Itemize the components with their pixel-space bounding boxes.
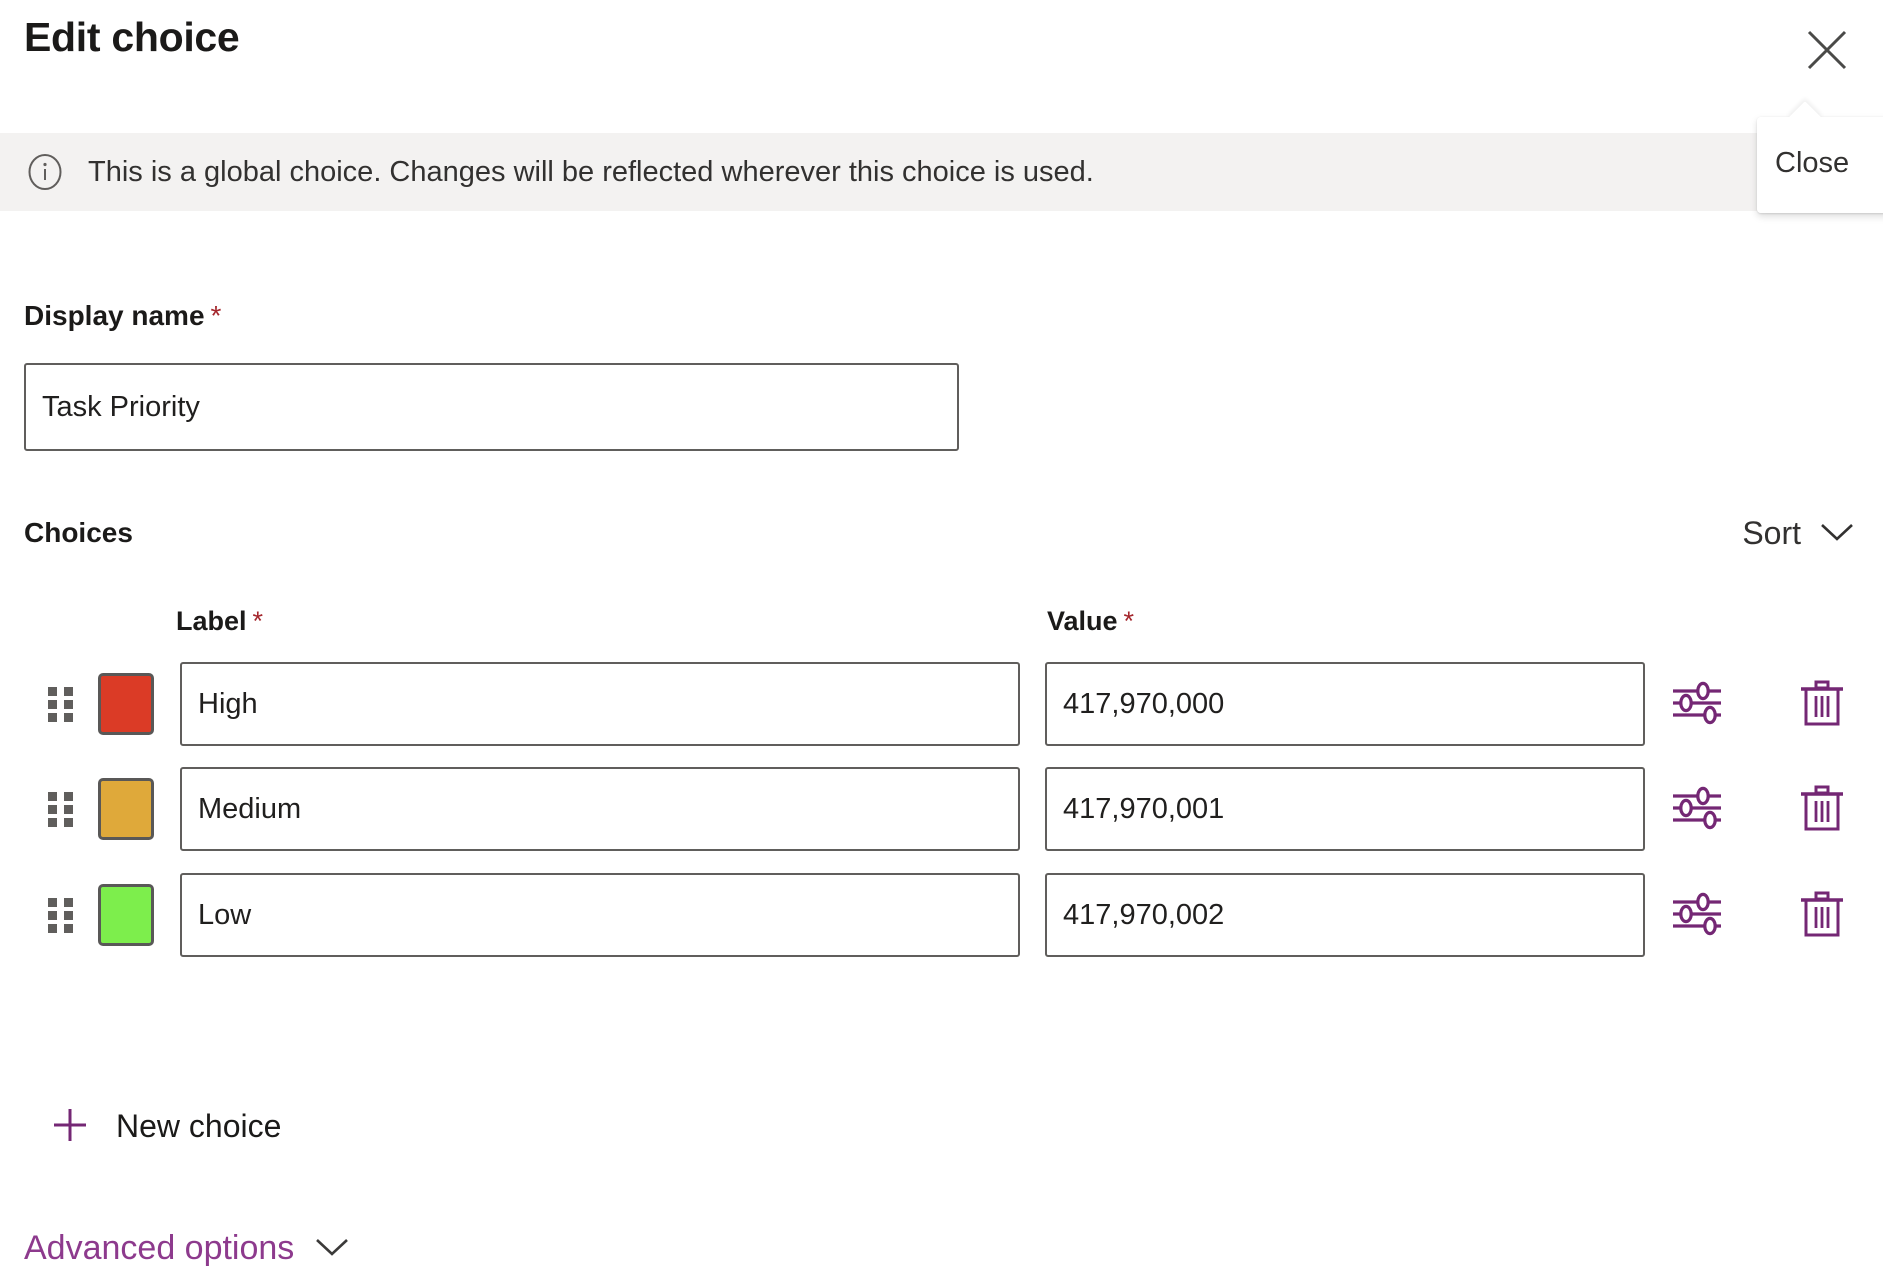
display-name-label: Display name* (24, 300, 221, 332)
display-name-label-text: Display name (24, 300, 205, 331)
info-circle-icon (26, 153, 64, 191)
color-swatch-button[interactable] (98, 778, 154, 840)
required-asterisk: * (1124, 606, 1135, 636)
plus-icon (48, 1103, 92, 1150)
close-icon (1804, 27, 1850, 73)
choice-settings-button[interactable] (1665, 883, 1729, 947)
trash-delete-icon (1796, 675, 1848, 734)
sort-label: Sort (1742, 515, 1801, 552)
trash-delete-icon (1796, 886, 1848, 945)
drag-handle-icon[interactable] (48, 683, 74, 725)
choice-value-input[interactable] (1045, 662, 1645, 746)
chevron-down-icon (1819, 521, 1855, 546)
choice-delete-button[interactable] (1790, 672, 1854, 736)
new-choice-button[interactable]: New choice (42, 1095, 287, 1158)
sliders-settings-icon (1669, 780, 1725, 839)
table-row (0, 871, 1883, 959)
sort-button[interactable]: Sort (1740, 509, 1857, 558)
chevron-down-icon (314, 1236, 350, 1261)
close-button[interactable] (1799, 22, 1855, 78)
color-swatch-button[interactable] (98, 884, 154, 946)
advanced-options-label: Advanced options (24, 1229, 294, 1268)
choice-delete-button[interactable] (1790, 777, 1854, 841)
info-message: This is a global choice. Changes will be… (88, 156, 1094, 189)
choice-settings-button[interactable] (1665, 777, 1729, 841)
panel-header: Edit choice (0, 0, 1883, 140)
value-column-header: Value* (1047, 606, 1134, 637)
required-asterisk: * (211, 300, 222, 331)
global-choice-info-bar: This is a global choice. Changes will be… (0, 133, 1883, 211)
drag-handle-icon[interactable] (48, 894, 74, 936)
edit-choice-panel: Edit choice Close This is a global choic… (0, 0, 1883, 1278)
choice-delete-button[interactable] (1790, 883, 1854, 947)
required-asterisk: * (253, 606, 264, 636)
choice-label-input[interactable] (180, 662, 1020, 746)
choices-heading: Choices (24, 517, 133, 549)
drag-handle-icon[interactable] (48, 788, 74, 830)
choice-label-input[interactable] (180, 873, 1020, 957)
choice-settings-button[interactable] (1665, 672, 1729, 736)
page-title: Edit choice (24, 14, 239, 61)
choice-value-input[interactable] (1045, 873, 1645, 957)
label-column-header-text: Label (176, 606, 247, 636)
table-row (0, 765, 1883, 853)
choice-label-input[interactable] (180, 767, 1020, 851)
new-choice-label: New choice (116, 1108, 281, 1145)
label-column-header: Label* (176, 606, 263, 637)
sliders-settings-icon (1669, 886, 1725, 945)
choice-value-input[interactable] (1045, 767, 1645, 851)
value-column-header-text: Value (1047, 606, 1118, 636)
trash-delete-icon (1796, 780, 1848, 839)
tooltip-text: Close (1757, 117, 1883, 213)
advanced-options-toggle[interactable]: Advanced options (20, 1225, 354, 1272)
sliders-settings-icon (1669, 675, 1725, 734)
color-swatch-button[interactable] (98, 673, 154, 735)
display-name-input[interactable] (24, 363, 959, 451)
table-row (0, 660, 1883, 748)
close-tooltip: Close (1757, 117, 1883, 213)
